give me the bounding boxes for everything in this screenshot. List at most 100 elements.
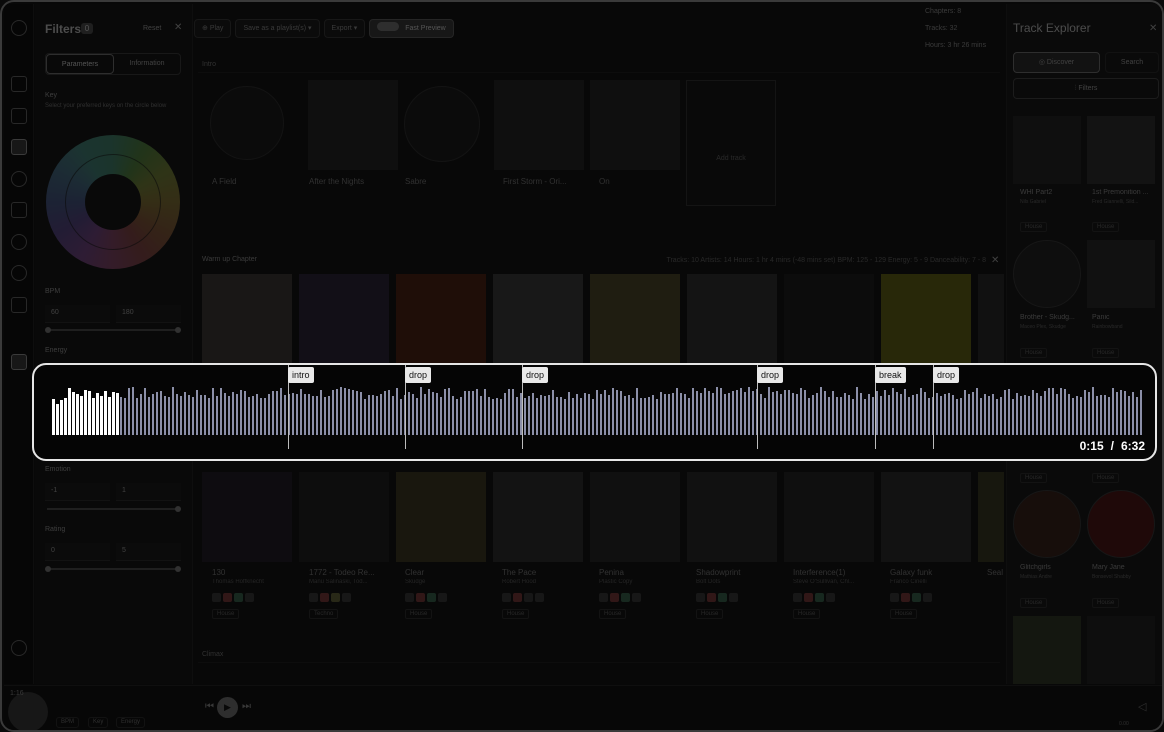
waveform-bar	[1132, 392, 1134, 435]
waveform-bar	[1100, 395, 1102, 435]
waveform-bar	[644, 398, 646, 435]
waveform-bar	[284, 395, 286, 435]
waveform-bar	[968, 394, 970, 435]
waveform-bar	[636, 388, 638, 435]
waveform-bar	[492, 399, 494, 435]
waveform-bar	[524, 398, 526, 435]
waveform-bar	[748, 387, 750, 435]
waveform-bar	[280, 388, 282, 435]
waveform-bar	[1116, 392, 1118, 435]
waveform-bar	[332, 390, 334, 435]
waveform-bar	[904, 389, 906, 435]
waveform-bar	[776, 391, 778, 435]
waveform-bar	[416, 398, 418, 435]
waveform-bar	[1060, 388, 1062, 435]
waveform-bar	[1040, 396, 1042, 435]
waveform-bar	[528, 396, 530, 435]
waveform-bar	[436, 393, 438, 435]
waveform-bar	[928, 398, 930, 435]
waveform-bar	[372, 395, 374, 435]
waveform-bar	[168, 397, 170, 435]
waveform-bar	[592, 399, 594, 435]
waveform-bar	[400, 399, 402, 435]
waveform-bar	[800, 388, 802, 435]
waveform-bar	[848, 395, 850, 435]
cue-marker-label[interactable]: drop	[757, 367, 784, 383]
waveform-bar	[640, 398, 642, 435]
waveform-bar	[896, 392, 898, 435]
waveform-bar	[840, 397, 842, 435]
waveform-bar	[704, 388, 706, 435]
waveform-bar	[780, 394, 782, 435]
waveform-bar	[820, 387, 822, 435]
waveform-bar	[1056, 394, 1058, 435]
waveform-bar	[868, 394, 870, 435]
waveform-bar	[468, 391, 470, 435]
waveform-bar	[56, 404, 59, 435]
waveform-bar	[812, 395, 814, 435]
waveform-bar	[500, 399, 502, 435]
waveform-bar	[464, 391, 466, 435]
waveform-bar	[844, 393, 846, 435]
waveform-bar	[328, 396, 330, 435]
waveform-bar	[808, 398, 810, 435]
waveform-bar	[796, 394, 798, 435]
waveform-bar	[664, 394, 666, 435]
waveform-bar	[244, 391, 246, 435]
waveform-bar	[1084, 390, 1086, 435]
waveform-bar	[668, 394, 670, 435]
waveform-bar	[1032, 390, 1034, 435]
waveform-bar	[104, 391, 107, 435]
waveform-bar	[184, 392, 186, 435]
waveform-bar	[956, 399, 958, 435]
waveform-bar	[952, 395, 954, 435]
waveform-bar	[516, 397, 518, 435]
waveform-bar	[472, 391, 474, 435]
waveform-bar	[140, 394, 142, 435]
waveform-bar	[148, 397, 150, 435]
waveform-bar	[588, 394, 590, 435]
waveform-bar	[1096, 396, 1098, 435]
waveform-bar	[76, 394, 79, 435]
cue-marker-label[interactable]: drop	[933, 367, 960, 383]
waveform-bar	[196, 390, 198, 435]
waveform-bar	[52, 399, 55, 435]
waveform-bar	[924, 392, 926, 435]
waveform-bar	[496, 398, 498, 435]
cue-marker-label[interactable]: drop	[522, 367, 549, 383]
waveform-bar	[108, 397, 111, 435]
waveform-bar	[396, 388, 398, 435]
cue-marker-label[interactable]: break	[875, 367, 906, 383]
waveform-bar	[336, 389, 338, 435]
waveform-bar	[836, 397, 838, 435]
waveform-bar	[264, 398, 266, 435]
waveform-bar	[452, 396, 454, 435]
cue-marker-label[interactable]: drop	[405, 367, 432, 383]
waveform-bar	[240, 390, 242, 435]
cue-marker-label[interactable]: intro	[288, 367, 314, 383]
waveform-bar	[432, 392, 434, 435]
waveform-bar	[688, 398, 690, 435]
waveform-bar	[156, 392, 158, 435]
waveform-bar	[1112, 388, 1114, 435]
waveform-bar	[504, 393, 506, 435]
waveform-bar	[364, 399, 366, 435]
waveform-bar	[324, 397, 326, 435]
waveform-bar	[272, 391, 274, 435]
waveform-bar	[64, 398, 67, 435]
waveform-bar	[1108, 397, 1110, 435]
waveform-bar	[572, 398, 574, 435]
waveform-bar	[560, 397, 562, 435]
waveform-bar	[996, 399, 998, 435]
waveform-bar	[424, 394, 426, 435]
waveform-bar	[132, 387, 134, 435]
waveform-bar	[532, 393, 534, 435]
waveform-bar	[412, 394, 414, 435]
waveform[interactable]	[52, 385, 1146, 435]
waveform-bar	[160, 391, 162, 435]
waveform-bar	[804, 390, 806, 435]
app-window: Filters 0 Reset ✕ Parameters Information…	[0, 0, 1164, 732]
waveform-preview-panel[interactable]: intro drop drop drop break drop 0:15 / 6:32	[32, 363, 1157, 461]
waveform-bar	[568, 392, 570, 435]
waveform-bar	[164, 396, 166, 435]
